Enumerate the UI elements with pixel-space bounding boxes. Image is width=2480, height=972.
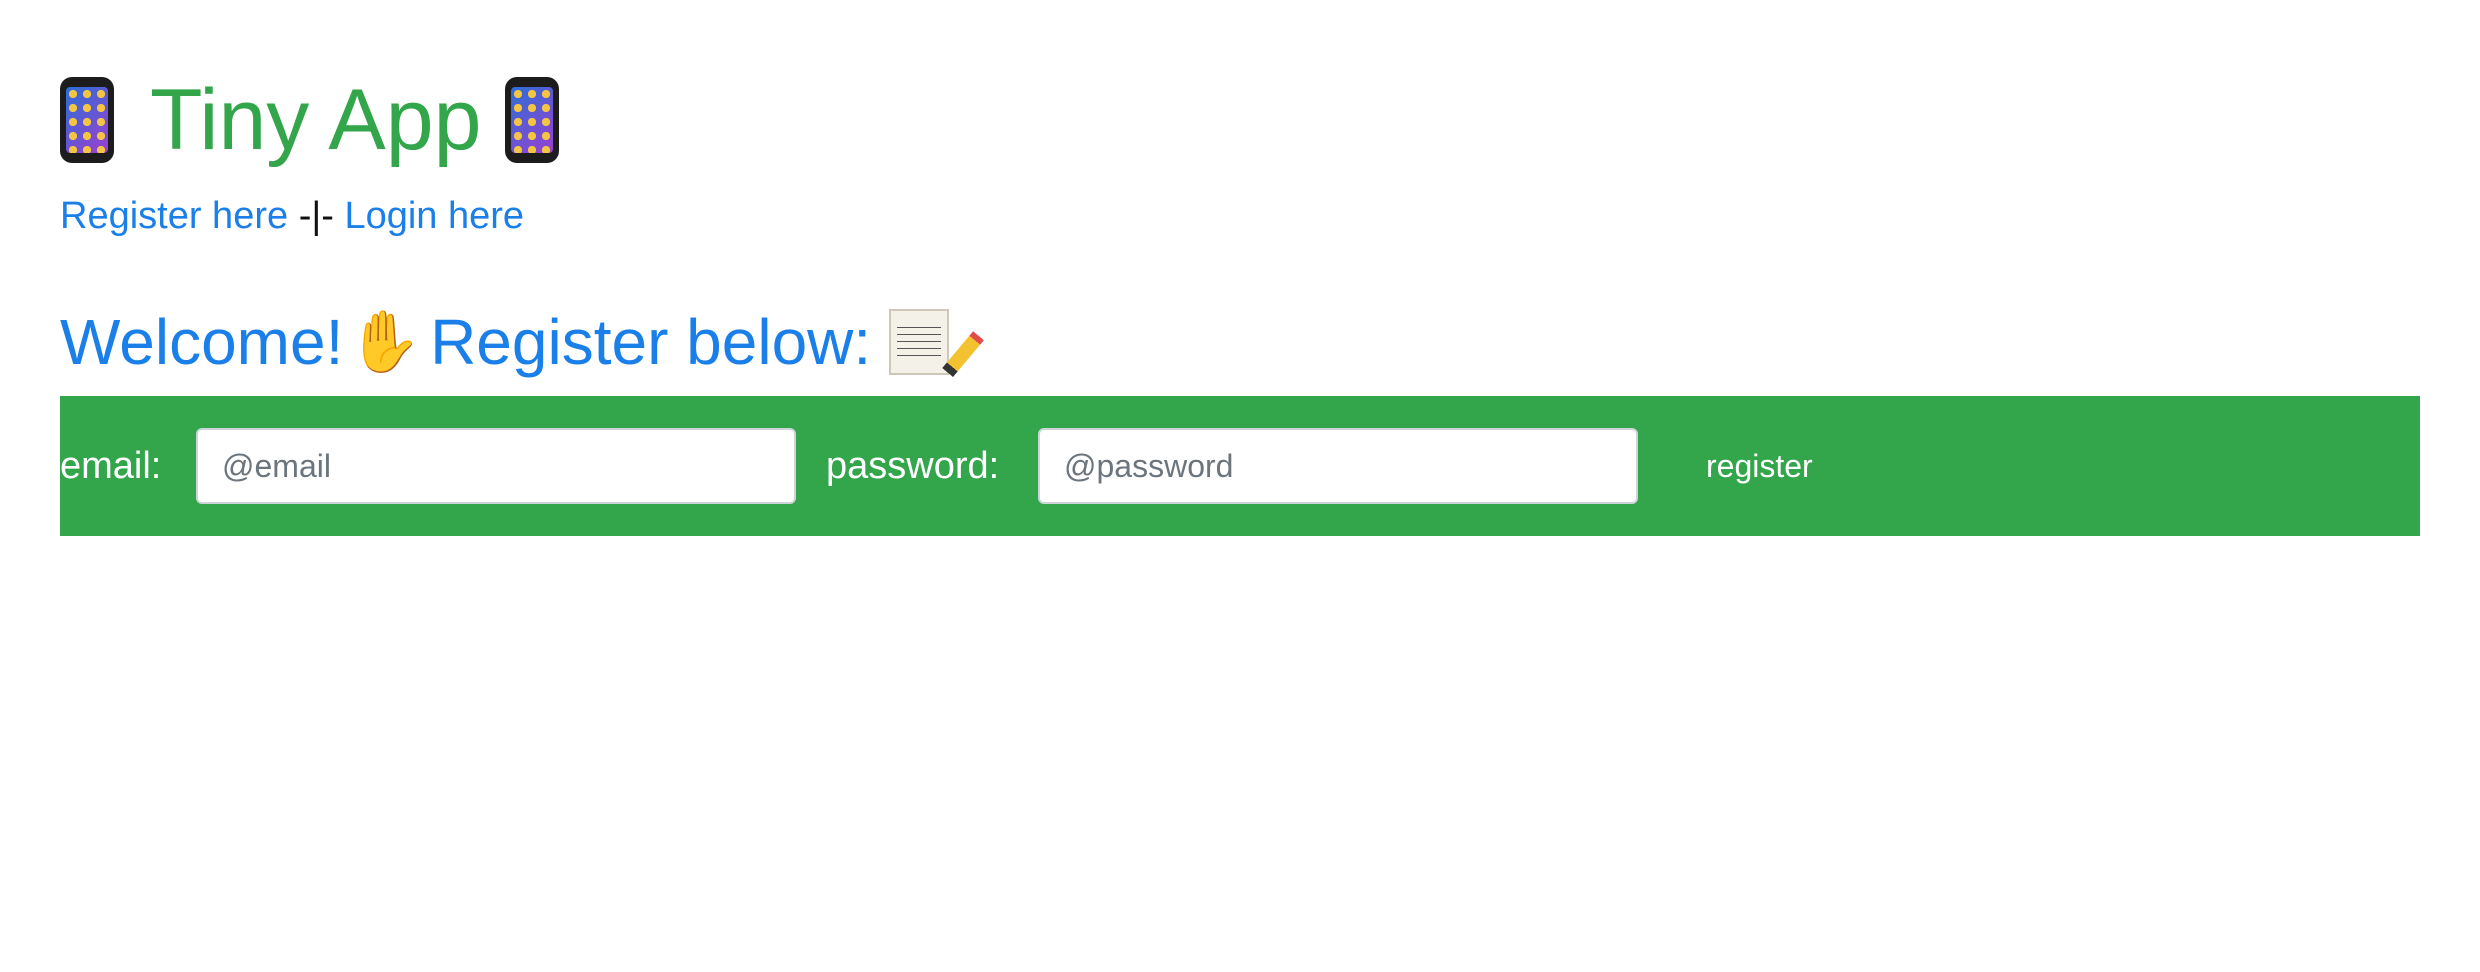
app-title-text: Tiny App	[150, 72, 482, 168]
mobile-phone-icon	[60, 77, 114, 163]
register-form: email: password: register	[60, 396, 2420, 536]
nav-separator: -|-	[298, 195, 334, 237]
email-label: email:	[60, 445, 162, 487]
welcome-text: Welcome!	[60, 306, 344, 378]
memo-pencil-icon	[889, 309, 950, 375]
register-link[interactable]: Register here	[60, 195, 288, 237]
welcome-heading: Welcome! ✋ Register below:	[60, 300, 950, 384]
password-field[interactable]	[1038, 428, 1638, 504]
page: Tiny App Register here -|- Login here We…	[0, 0, 2480, 972]
waving-hand-icon: ✋	[347, 307, 423, 377]
top-nav: Register here -|- Login here	[60, 190, 524, 242]
mobile-phone-icon	[505, 77, 560, 163]
email-field[interactable]	[196, 428, 796, 504]
login-link[interactable]: Login here	[344, 195, 524, 237]
app-title: Tiny App	[60, 68, 560, 172]
register-below-text: Register below:	[430, 306, 872, 378]
register-button[interactable]: register	[1676, 428, 1843, 504]
password-label: password:	[826, 445, 1000, 487]
